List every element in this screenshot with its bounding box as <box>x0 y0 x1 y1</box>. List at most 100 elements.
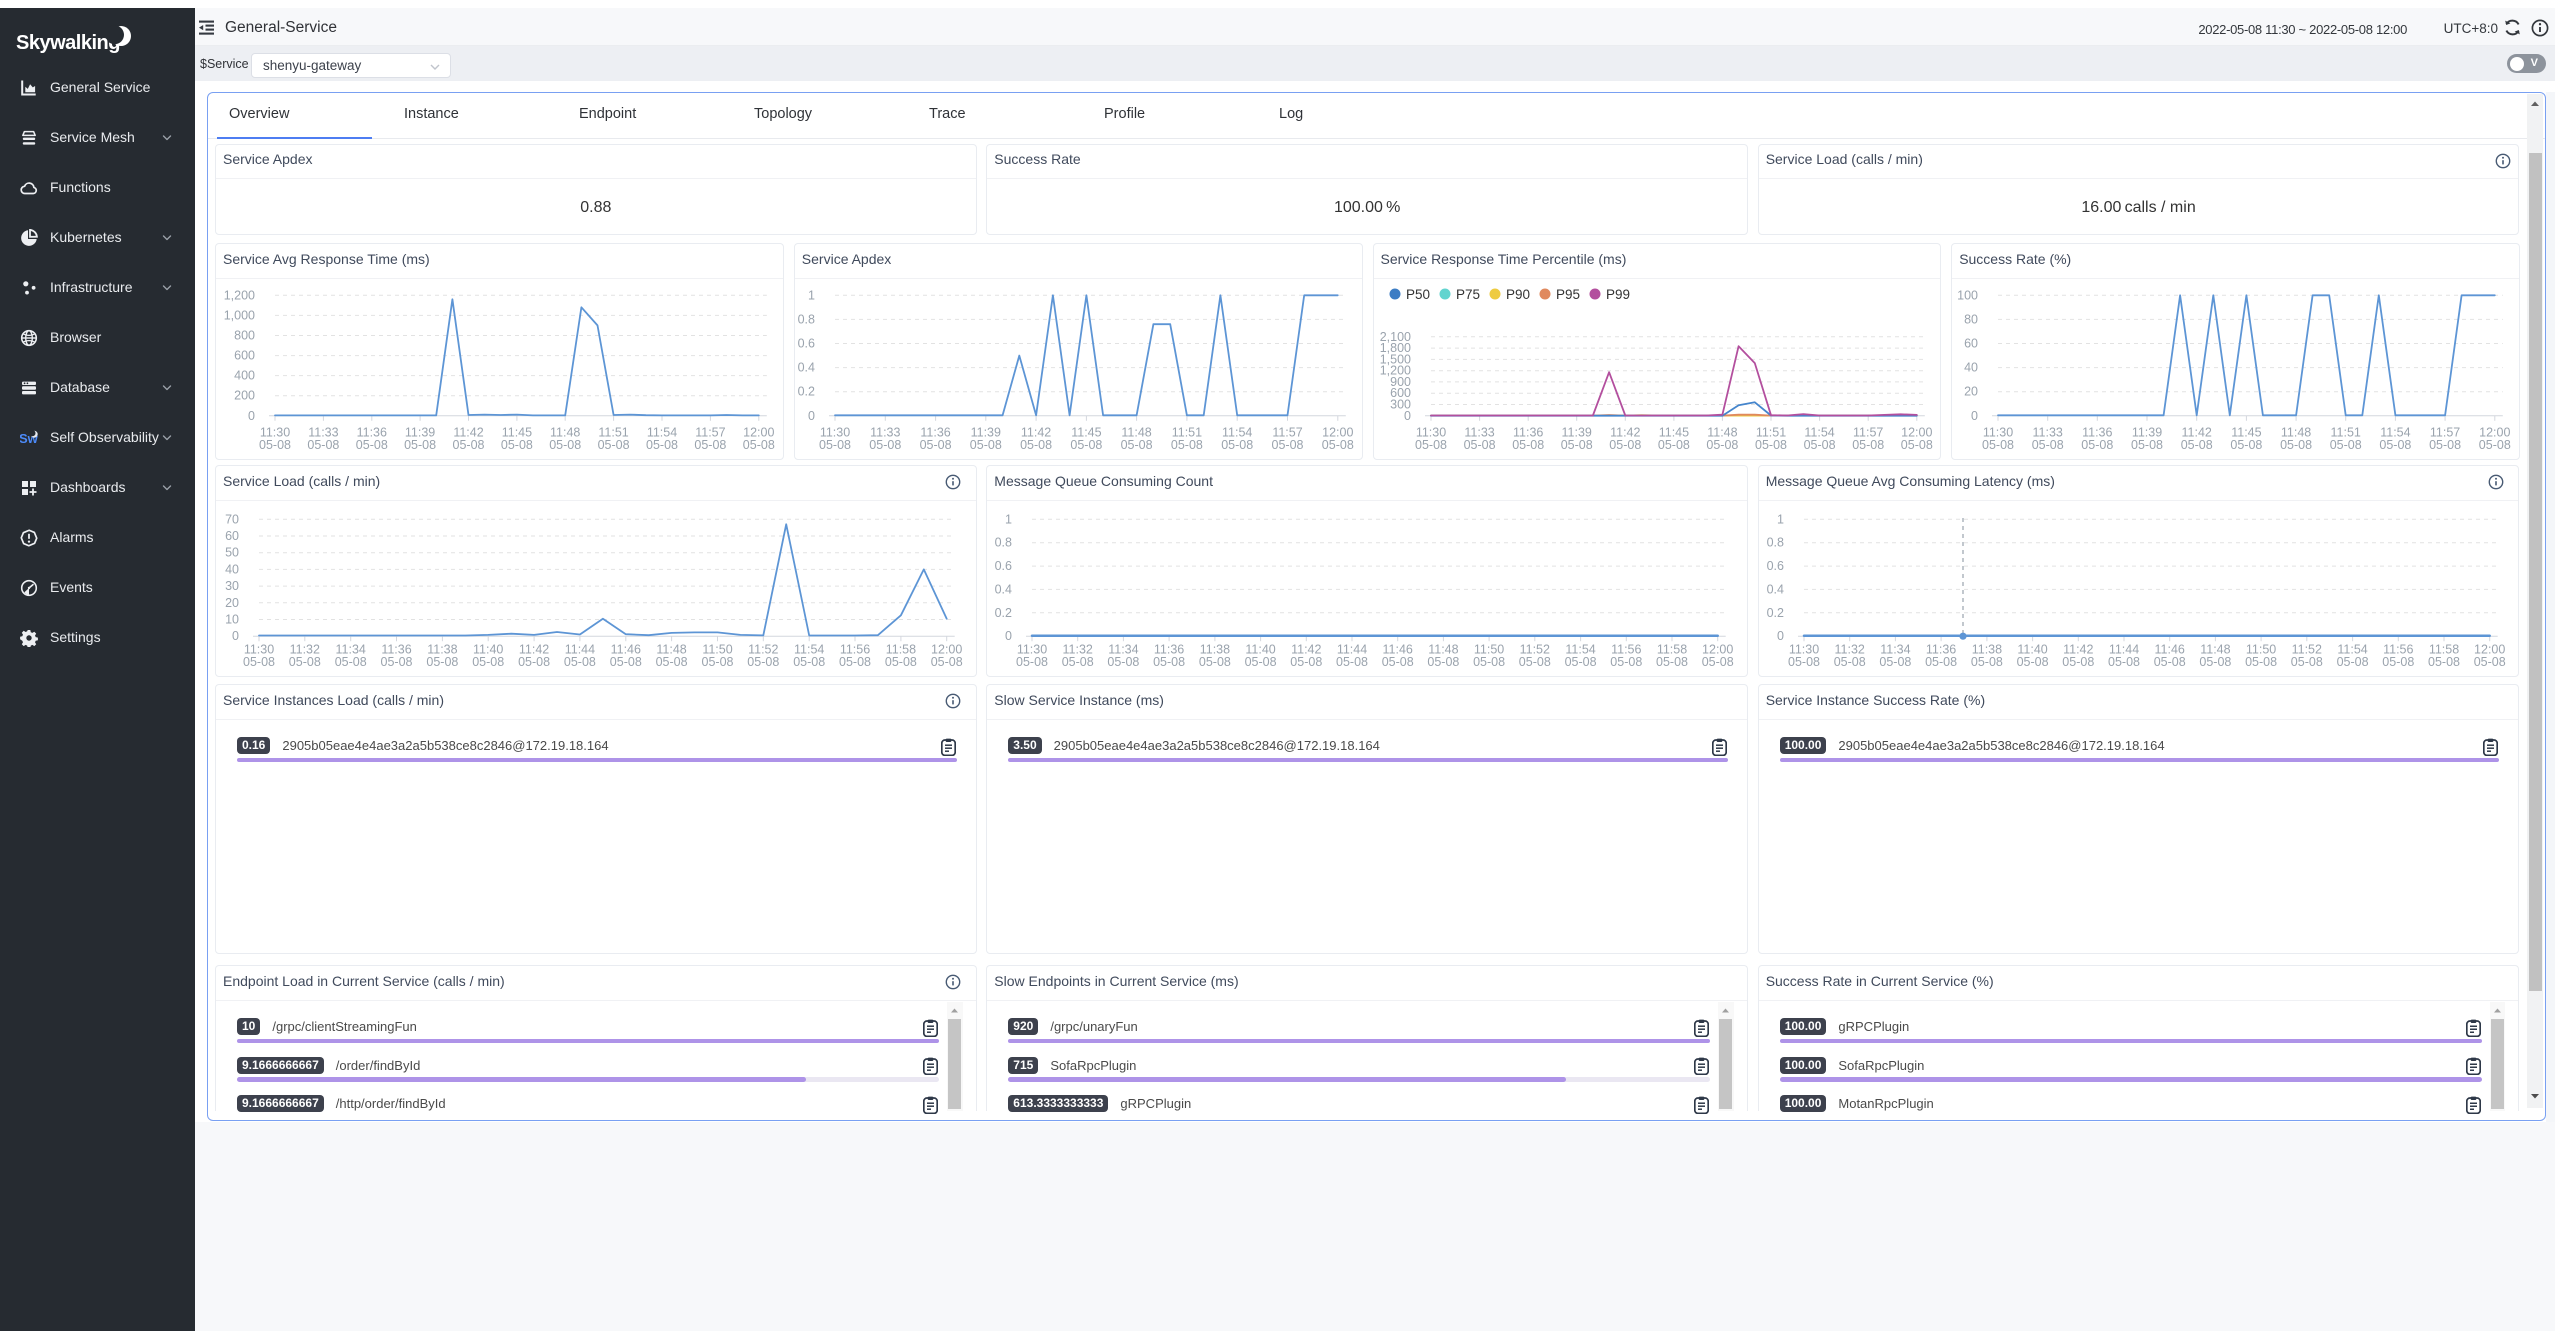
svg-text:05-08: 05-08 <box>819 438 851 452</box>
svg-text:05-08: 05-08 <box>1879 655 1911 669</box>
svg-text:05-08: 05-08 <box>1519 655 1551 669</box>
svg-text:05-08: 05-08 <box>1609 438 1641 452</box>
svg-text:05-08: 05-08 <box>1702 655 1734 669</box>
svg-text:0: 0 <box>232 629 239 643</box>
svg-text:05-08: 05-08 <box>1428 655 1460 669</box>
svg-text:50: 50 <box>225 546 239 560</box>
svg-text:05-08: 05-08 <box>2231 438 2263 452</box>
svg-text:0.2: 0.2 <box>797 385 814 399</box>
svg-text:05-08: 05-08 <box>1221 438 1253 452</box>
svg-text:05-08: 05-08 <box>2428 655 2460 669</box>
svg-text:05-08: 05-08 <box>1415 438 1447 452</box>
svg-text:0.6: 0.6 <box>1766 559 1783 573</box>
svg-text:05-08: 05-08 <box>1336 655 1368 669</box>
svg-text:05-08: 05-08 <box>404 438 436 452</box>
svg-text:1: 1 <box>808 288 815 302</box>
svg-text:05-08: 05-08 <box>1971 655 2003 669</box>
svg-text:40: 40 <box>1964 361 1978 375</box>
svg-text:05-08: 05-08 <box>1108 655 1140 669</box>
svg-text:0.6: 0.6 <box>995 559 1012 573</box>
svg-text:400: 400 <box>234 369 255 383</box>
svg-text:05-08: 05-08 <box>2131 438 2163 452</box>
svg-text:70: 70 <box>225 513 239 527</box>
svg-text:05-08: 05-08 <box>2032 438 2064 452</box>
svg-text:0.8: 0.8 <box>995 536 1012 550</box>
svg-text:40: 40 <box>225 563 239 577</box>
svg-text:1: 1 <box>1005 513 1012 527</box>
svg-text:05-08: 05-08 <box>1706 438 1738 452</box>
svg-text:05-08: 05-08 <box>931 655 963 669</box>
svg-text:05-08: 05-08 <box>2429 438 2461 452</box>
svg-text:05-08: 05-08 <box>1153 655 1185 669</box>
svg-text:05-08: 05-08 <box>356 438 388 452</box>
svg-text:05-08: 05-08 <box>970 438 1002 452</box>
svg-text:0: 0 <box>1971 409 1978 423</box>
svg-text:05-08: 05-08 <box>694 438 726 452</box>
svg-text:60: 60 <box>1964 337 1978 351</box>
svg-text:05-08: 05-08 <box>1788 655 1820 669</box>
svg-text:80: 80 <box>1964 313 1978 327</box>
svg-text:05-08: 05-08 <box>646 438 678 452</box>
svg-text:05-08: 05-08 <box>1291 655 1323 669</box>
svg-text:600: 600 <box>234 349 255 363</box>
svg-text:05-08: 05-08 <box>1565 655 1597 669</box>
svg-text:05-08: 05-08 <box>472 655 504 669</box>
svg-text:05-08: 05-08 <box>307 438 339 452</box>
svg-text:05-08: 05-08 <box>518 655 550 669</box>
svg-text:05-08: 05-08 <box>747 655 779 669</box>
svg-text:05-08: 05-08 <box>2153 655 2185 669</box>
svg-text:P90: P90 <box>1506 287 1530 302</box>
svg-text:05-08: 05-08 <box>2336 655 2368 669</box>
svg-text:0.4: 0.4 <box>1766 583 1783 597</box>
svg-text:0: 0 <box>248 409 255 423</box>
svg-text:0: 0 <box>808 409 815 423</box>
svg-text:05-08: 05-08 <box>2245 655 2277 669</box>
svg-text:0.8: 0.8 <box>797 313 814 327</box>
svg-text:1,000: 1,000 <box>224 309 255 323</box>
svg-text:0.8: 0.8 <box>1766 536 1783 550</box>
svg-text:800: 800 <box>234 329 255 343</box>
svg-text:P95: P95 <box>1556 287 1580 302</box>
svg-text:0.4: 0.4 <box>995 583 1012 597</box>
svg-text:05-08: 05-08 <box>885 655 917 669</box>
svg-text:P50: P50 <box>1406 287 1430 302</box>
svg-text:05-08: 05-08 <box>1473 655 1505 669</box>
svg-text:05-08: 05-08 <box>656 655 688 669</box>
svg-text:05-08: 05-08 <box>2108 655 2140 669</box>
svg-text:05-08: 05-08 <box>839 655 871 669</box>
svg-text:05-08: 05-08 <box>1833 655 1865 669</box>
svg-text:0: 0 <box>1005 629 1012 643</box>
svg-text:05-08: 05-08 <box>1755 438 1787 452</box>
svg-text:0.2: 0.2 <box>1766 606 1783 620</box>
svg-text:05-08: 05-08 <box>1322 438 1354 452</box>
svg-text:05-08: 05-08 <box>2382 655 2414 669</box>
svg-text:05-08: 05-08 <box>1016 655 1048 669</box>
svg-text:0.4: 0.4 <box>797 361 814 375</box>
svg-text:05-08: 05-08 <box>1382 655 1414 669</box>
svg-text:05-08: 05-08 <box>1120 438 1152 452</box>
svg-text:0: 0 <box>1777 629 1784 643</box>
svg-text:05-08: 05-08 <box>1656 655 1688 669</box>
svg-text:P75: P75 <box>1456 287 1480 302</box>
svg-text:05-08: 05-08 <box>2199 655 2231 669</box>
svg-text:05-08: 05-08 <box>1803 438 1835 452</box>
svg-text:20: 20 <box>225 596 239 610</box>
svg-text:05-08: 05-08 <box>2380 438 2412 452</box>
svg-text:05-08: 05-08 <box>1271 438 1303 452</box>
svg-text:05-08: 05-08 <box>610 655 642 669</box>
svg-text:05-08: 05-08 <box>1982 438 2014 452</box>
svg-text:20: 20 <box>1964 385 1978 399</box>
svg-text:05-08: 05-08 <box>501 438 533 452</box>
svg-text:05-08: 05-08 <box>453 438 485 452</box>
svg-text:05-08: 05-08 <box>1245 655 1277 669</box>
svg-text:10: 10 <box>225 613 239 627</box>
svg-text:05-08: 05-08 <box>1199 655 1231 669</box>
svg-text:05-08: 05-08 <box>2473 655 2505 669</box>
svg-text:05-08: 05-08 <box>919 438 951 452</box>
svg-text:05-08: 05-08 <box>2479 438 2511 452</box>
svg-text:05-08: 05-08 <box>1171 438 1203 452</box>
svg-text:0.6: 0.6 <box>797 337 814 351</box>
svg-text:05-08: 05-08 <box>2181 438 2213 452</box>
svg-text:05-08: 05-08 <box>598 438 630 452</box>
svg-text:05-08: 05-08 <box>1020 438 1052 452</box>
